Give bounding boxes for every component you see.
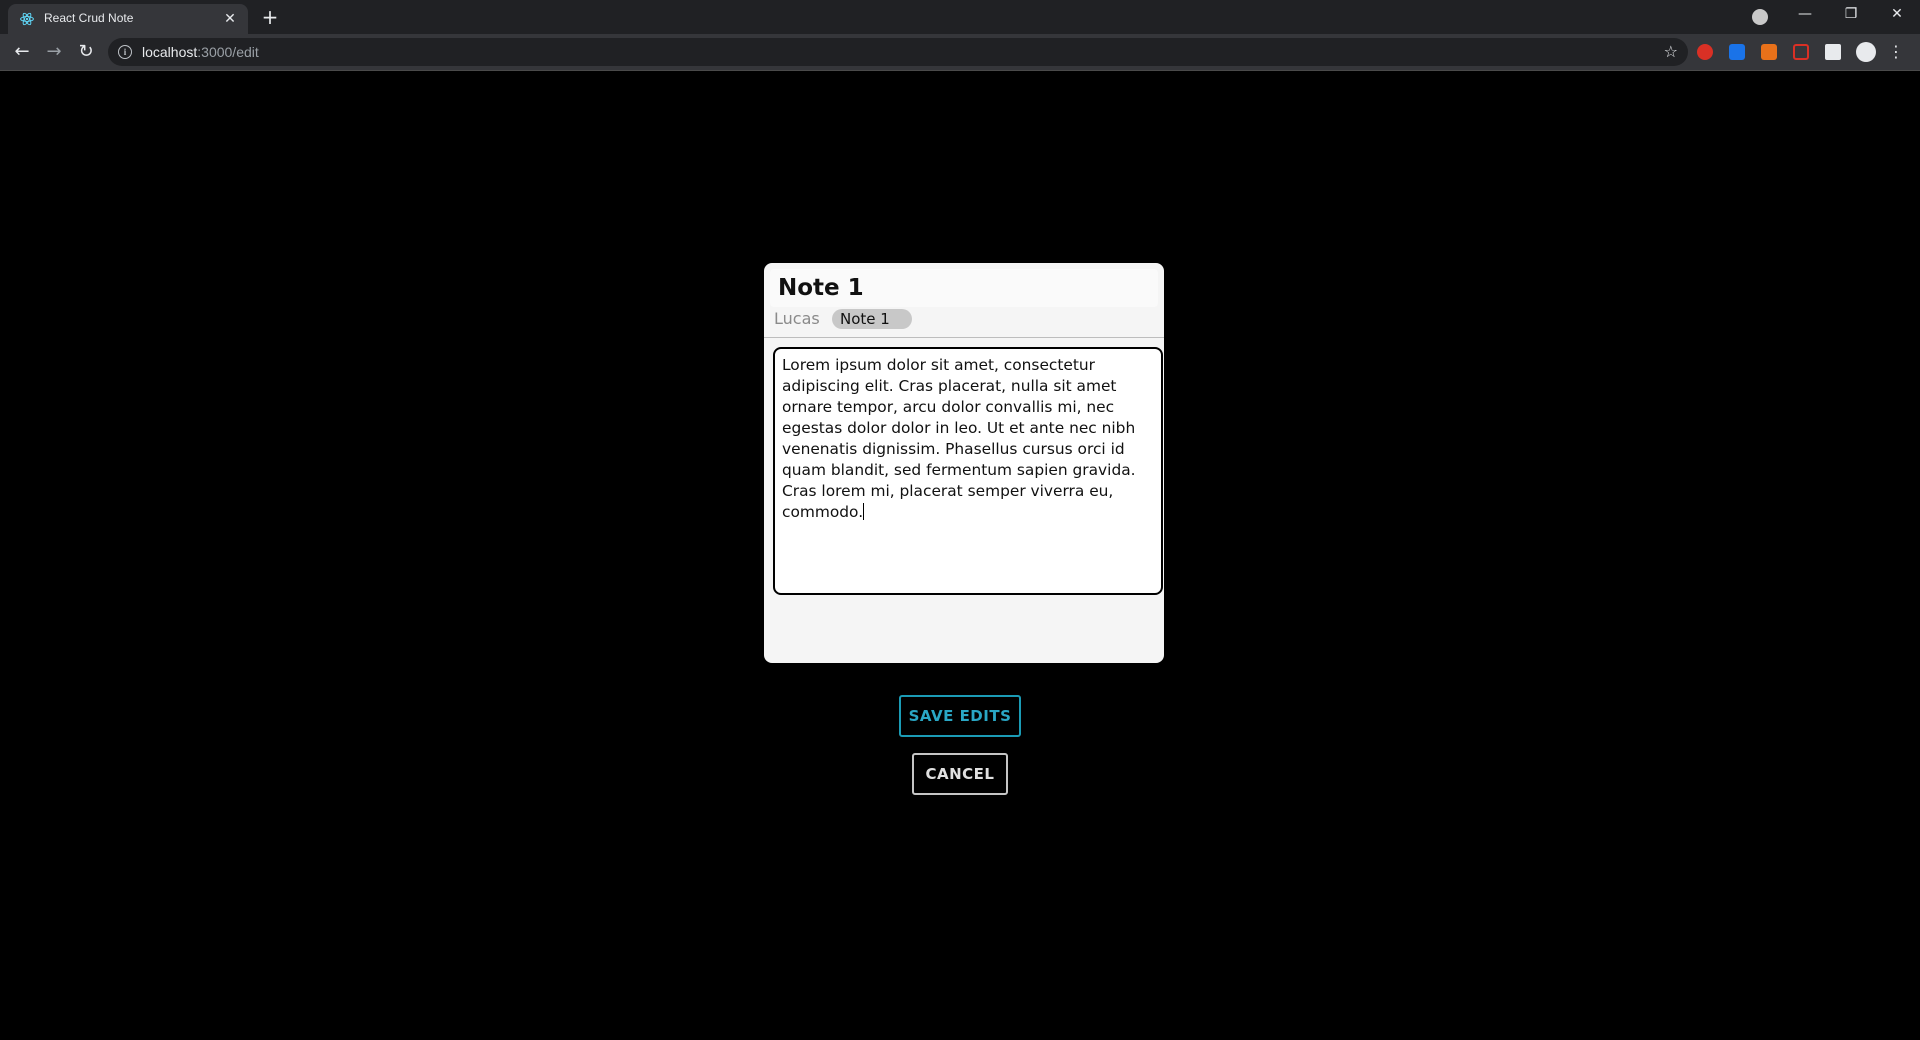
extension-icon[interactable] <box>1793 44 1809 60</box>
back-icon[interactable]: ← <box>10 40 34 64</box>
extension-icon[interactable] <box>1697 44 1713 60</box>
cancel-button[interactable]: CANCEL <box>912 753 1008 795</box>
info-icon[interactable]: i <box>118 45 132 59</box>
tab-title: React Crud Note <box>44 11 134 25</box>
browser-tab[interactable]: React Crud Note ✕ <box>8 4 248 34</box>
title-field[interactable]: Note 1 <box>770 269 1158 307</box>
note-body-textarea[interactable]: Lorem ipsum dolor sit amet, consectetur … <box>773 347 1163 595</box>
minimize-icon[interactable]: — <box>1782 0 1828 30</box>
close-tab-icon[interactable]: ✕ <box>220 9 240 29</box>
save-edits-button[interactable]: SAVE EDITS <box>899 695 1021 737</box>
profile-avatar-icon[interactable] <box>1856 42 1876 62</box>
window-close-icon[interactable]: ✕ <box>1874 0 1920 30</box>
browser-toolbar: ← → ↻ i localhost:3000/edit ☆ ⋮ <box>0 34 1920 71</box>
puzzle-icon[interactable] <box>1825 44 1841 60</box>
menu-icon[interactable]: ⋮ <box>1884 40 1908 64</box>
restore-icon[interactable]: ❐ <box>1828 0 1874 30</box>
note-body-text: Lorem ipsum dolor sit amet, consectetur … <box>782 356 1136 521</box>
address-bar[interactable]: i localhost:3000/edit ☆ <box>108 38 1688 66</box>
new-tab-icon[interactable]: + <box>258 5 282 29</box>
forward-icon[interactable]: → <box>42 40 66 64</box>
note-tag: Note 1 <box>832 309 912 329</box>
react-logo-icon <box>20 12 34 26</box>
tab-search-icon[interactable] <box>1752 9 1768 25</box>
divider <box>764 337 1164 338</box>
note-tag-label: Note 1 <box>840 310 890 328</box>
extension-icon[interactable] <box>1761 44 1777 60</box>
browser-tab-strip: React Crud Note ✕ + — ❐ ✕ <box>0 0 1920 34</box>
note-title[interactable]: Note 1 <box>778 275 864 301</box>
extension-icon[interactable] <box>1729 44 1745 60</box>
note-card: Note 1 Lucas Note 1 Lorem ipsum dolor si… <box>764 263 1164 663</box>
reload-icon[interactable]: ↻ <box>74 40 98 64</box>
note-author: Lucas <box>774 309 820 328</box>
url-text[interactable]: localhost:3000/edit <box>142 44 259 60</box>
text-caret <box>863 503 865 520</box>
bookmark-star-icon[interactable]: ☆ <box>1664 42 1678 61</box>
